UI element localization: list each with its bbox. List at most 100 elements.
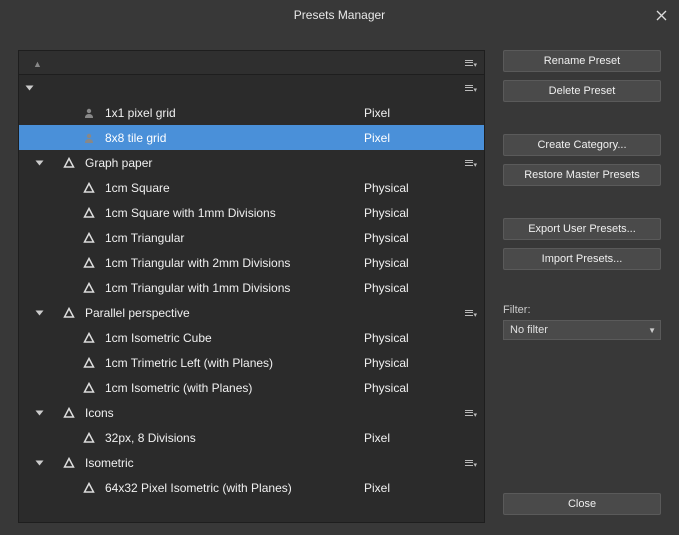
row-icon [79,257,99,269]
row-icon [79,332,99,344]
list-body[interactable]: ▾1x1 pixel gridPixel8x8 tile gridPixelGr… [19,75,484,522]
affinity-preset-icon [83,282,95,294]
row-menu-icon: ▾ [465,85,473,91]
row-icon [59,307,79,319]
title-bar: Presets Manager [0,0,679,30]
affinity-preset-icon [83,207,95,219]
row-type: Pixel [364,131,454,145]
row-type: Pixel [364,106,454,120]
row-label: 1cm Isometric Cube [99,331,364,345]
row-icon [59,457,79,469]
preset-row[interactable]: 1cm TriangularPhysical [19,225,484,250]
rename-preset-button[interactable]: Rename Preset [503,50,661,72]
row-type: Physical [364,206,454,220]
expand-toggle[interactable] [19,459,59,467]
category-row[interactable]: Isometric ▾ [19,450,484,475]
user-preset-icon [83,132,95,144]
affinity-preset-icon [83,332,95,344]
row-label: 64x32 Pixel Isometric (with Planes) [99,481,364,495]
category-row[interactable]: Graph paper ▾ [19,150,484,175]
hamburger-icon: ▾ [465,60,473,66]
export-user-presets-button[interactable]: Export User Presets... [503,218,661,240]
side-panel: Rename Preset Delete Preset Create Categ… [503,50,661,523]
preset-row[interactable]: 1cm Trimetric Left (with Planes)Physical [19,350,484,375]
preset-row[interactable]: 1cm Square with 1mm DivisionsPhysical [19,200,484,225]
affinity-preset-icon [63,157,75,169]
affinity-preset-icon [63,307,75,319]
category-row[interactable]: Icons ▾ [19,400,484,425]
row-menu-icon: ▾ [465,160,473,166]
row-icon [59,407,79,419]
affinity-preset-icon [83,432,95,444]
row-label: Graph paper [79,156,364,170]
row-type: Physical [364,181,454,195]
row-icon [79,107,99,119]
row-label: 1x1 pixel grid [99,106,364,120]
create-category-button[interactable]: Create Category... [503,134,661,156]
affinity-preset-icon [83,182,95,194]
preset-row[interactable]: 1cm Isometric CubePhysical [19,325,484,350]
close-button[interactable]: Close [503,493,661,515]
dialog-title: Presets Manager [294,8,385,22]
presets-manager-dialog: Presets Manager ▲ ▾ ▾1x1 pixel gridPixel… [0,0,679,535]
row-type: Physical [364,231,454,245]
row-icon [79,207,99,219]
import-presets-button[interactable]: Import Presets... [503,248,661,270]
row-label: 1cm Triangular with 1mm Divisions [99,281,364,295]
preset-row[interactable]: 64x32 Pixel Isometric (with Planes)Pixel [19,475,484,500]
row-label: 1cm Square with 1mm Divisions [99,206,364,220]
preset-row[interactable]: 1cm Triangular with 1mm DivisionsPhysica… [19,275,484,300]
row-label: Icons [79,406,364,420]
row-type: Pixel [364,481,454,495]
header-menu-button[interactable]: ▾ [454,60,484,66]
row-menu-button[interactable]: ▾ [454,410,484,416]
affinity-preset-icon [83,482,95,494]
category-row[interactable]: Parallel perspective ▾ [19,300,484,325]
affinity-preset-icon [63,407,75,419]
preset-row[interactable]: 8x8 tile gridPixel [19,125,484,150]
preset-row[interactable]: 1cm Isometric (with Planes)Physical [19,375,484,400]
dialog-content: ▲ ▾ ▾1x1 pixel gridPixel8x8 tile gridPix… [0,30,679,535]
expand-toggle[interactable] [19,84,39,92]
filter-dropdown[interactable]: No filter ▼ [503,320,661,340]
row-menu-button[interactable]: ▾ [454,460,484,466]
row-type: Physical [364,256,454,270]
expand-toggle[interactable] [19,409,59,417]
preset-row[interactable]: 1cm SquarePhysical [19,175,484,200]
disclosure-triangle-icon [25,85,33,90]
row-label: 1cm Square [99,181,364,195]
row-label: Isometric [79,456,364,470]
expand-toggle[interactable] [19,159,59,167]
filter-value: No filter [510,324,548,336]
preset-row[interactable]: 32px, 8 DivisionsPixel [19,425,484,450]
disclosure-triangle-icon [35,310,43,315]
presets-list: ▲ ▾ ▾1x1 pixel gridPixel8x8 tile gridPix… [18,50,485,523]
preset-row[interactable]: 1x1 pixel gridPixel [19,100,484,125]
expand-toggle[interactable] [19,309,59,317]
row-menu-icon: ▾ [465,460,473,466]
restore-master-presets-button[interactable]: Restore Master Presets [503,164,661,186]
disclosure-triangle-icon [35,410,43,415]
list-header[interactable]: ▲ ▾ [19,51,484,75]
row-menu-button[interactable]: ▾ [454,160,484,166]
affinity-preset-icon [63,457,75,469]
row-icon [79,132,99,144]
delete-preset-button[interactable]: Delete Preset [503,80,661,102]
row-icon [79,382,99,394]
window-close-button[interactable] [651,5,671,25]
row-label: 1cm Trimetric Left (with Planes) [99,356,364,370]
row-menu-button[interactable]: ▾ [454,310,484,316]
category-row[interactable]: ▾ [19,75,484,100]
disclosure-triangle-icon [35,460,43,465]
row-menu-button[interactable]: ▾ [454,85,484,91]
affinity-preset-icon [83,232,95,244]
row-type: Physical [364,331,454,345]
name-column-header[interactable]: ▲ [19,54,454,72]
row-icon [79,282,99,294]
preset-row[interactable]: 1cm Triangular with 2mm DivisionsPhysica… [19,250,484,275]
close-icon [656,10,667,21]
row-type: Physical [364,356,454,370]
row-label: Parallel perspective [79,306,364,320]
chevron-down-icon: ▼ [648,326,656,335]
row-label: 32px, 8 Divisions [99,431,364,445]
